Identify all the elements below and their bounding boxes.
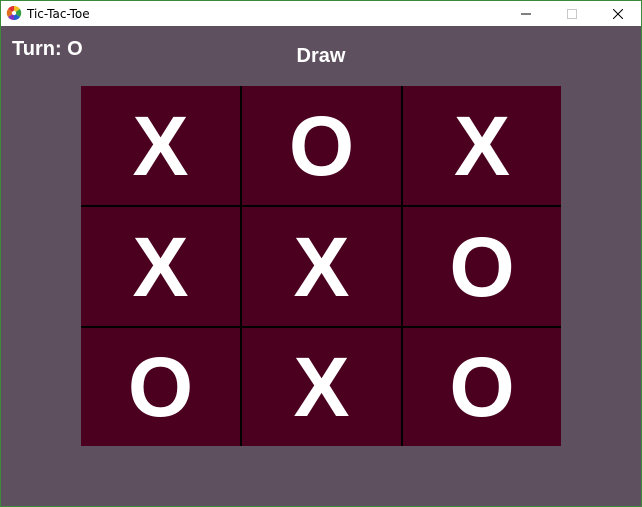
board-cell-5[interactable]: X: [242, 207, 401, 326]
minimize-button[interactable]: [503, 1, 549, 26]
cell-mark: X: [293, 340, 350, 434]
game-board: X O X X X O O X O: [81, 86, 561, 446]
maximize-icon: [567, 8, 577, 19]
board-cell-1[interactable]: X: [81, 86, 240, 205]
cell-mark: O: [449, 219, 515, 314]
close-icon: [613, 8, 623, 19]
board-cell-7[interactable]: O: [81, 328, 240, 446]
minimize-icon: [521, 9, 531, 19]
cell-mark: X: [132, 219, 189, 314]
cell-mark: O: [288, 98, 355, 193]
board-cell-3[interactable]: X: [403, 86, 561, 205]
cell-mark: X: [453, 98, 511, 193]
close-button[interactable]: [595, 1, 641, 26]
cell-mark: X: [132, 98, 189, 193]
maximize-button[interactable]: [549, 1, 595, 26]
window-title: Tic-Tac-Toe: [27, 7, 90, 21]
cell-mark: O: [127, 340, 194, 434]
board-cell-8[interactable]: X: [242, 328, 401, 446]
game-status: Draw: [296, 45, 346, 67]
cell-mark: O: [449, 340, 515, 434]
game-canvas: Turn: O Draw X O X X X O O X O: [1, 26, 641, 506]
turn-indicator: Turn: O: [12, 38, 83, 60]
board-cell-2[interactable]: O: [242, 86, 401, 205]
board-cell-6[interactable]: O: [403, 207, 561, 326]
title-bar[interactable]: Tic-Tac-Toe: [1, 1, 641, 26]
app-window: Tic-Tac-Toe Turn: O Draw X O X X X O O X…: [0, 0, 642, 507]
board-cell-4[interactable]: X: [81, 207, 240, 326]
app-icon: [6, 5, 22, 21]
board-cell-9[interactable]: O: [403, 328, 561, 446]
cell-mark: X: [293, 219, 350, 314]
